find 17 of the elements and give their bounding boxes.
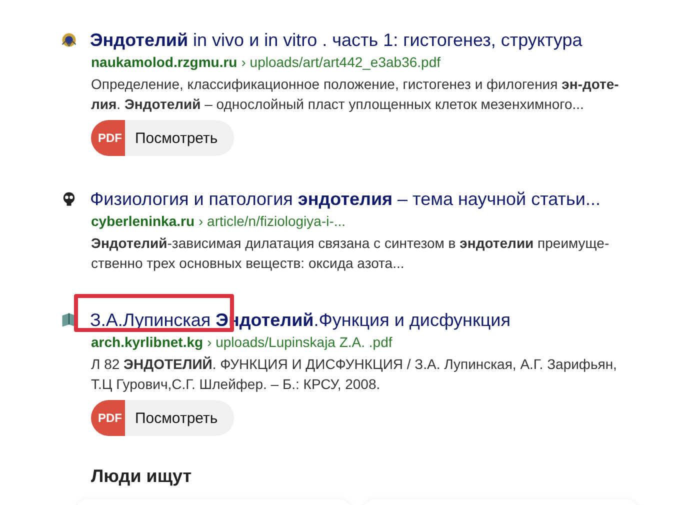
emblem-icon: [60, 31, 78, 49]
url-path-link[interactable]: › article/n/fiziologiya-i-...: [198, 213, 346, 229]
view-pdf-button[interactable]: PDF Посмотреть: [91, 400, 234, 436]
pdf-icon: PDF: [91, 400, 125, 436]
result-snippet: Определение, классификационное положение, гистогенез и филогения эн-доте-лия. Эндотелий – однослойный пласт уплощенных клеток мезенхимного...: [91, 75, 620, 114]
domain-link[interactable]: cyberleninka.ru: [91, 213, 194, 229]
url-path-link[interactable]: › uploads/Lupinskaja Z.A. .pdf: [207, 334, 392, 350]
result-title-link[interactable]: Эндотелий in vivo и in vitro . часть 1: гистогенез, структура: [90, 30, 582, 50]
result-title-link[interactable]: Физиология и патология эндотелия – тема научной статьи...: [90, 189, 600, 209]
pdf-icon: PDF: [91, 120, 125, 156]
view-pdf-button[interactable]: PDF Посмотреть: [91, 120, 234, 156]
section-heading: Люди ищут: [91, 466, 193, 487]
url-path-link[interactable]: › uploads/art/art442_e3ab36.pdf: [241, 54, 440, 70]
result-snippet: Л 82 ЭНДОТЕЛИЙ. ФУНКЦИЯ И ДИСФУНКЦИЯ / З.А. Лупинская, А.Г. Зарифьян, Т.Ц Гурович,С.Г. Шлейфер. – Б.: КРСУ, 2008.: [91, 355, 618, 394]
result-snippet: Эндотелий-зависимая дилатация связана с синтезом в эндотелии преимуще-ственно трех основных веществ: оксида азота...: [91, 234, 610, 273]
domain-link[interactable]: naukamolod.rzgmu.ru: [91, 54, 238, 70]
domain-link[interactable]: arch.kyrlibnet.kg: [91, 334, 204, 350]
